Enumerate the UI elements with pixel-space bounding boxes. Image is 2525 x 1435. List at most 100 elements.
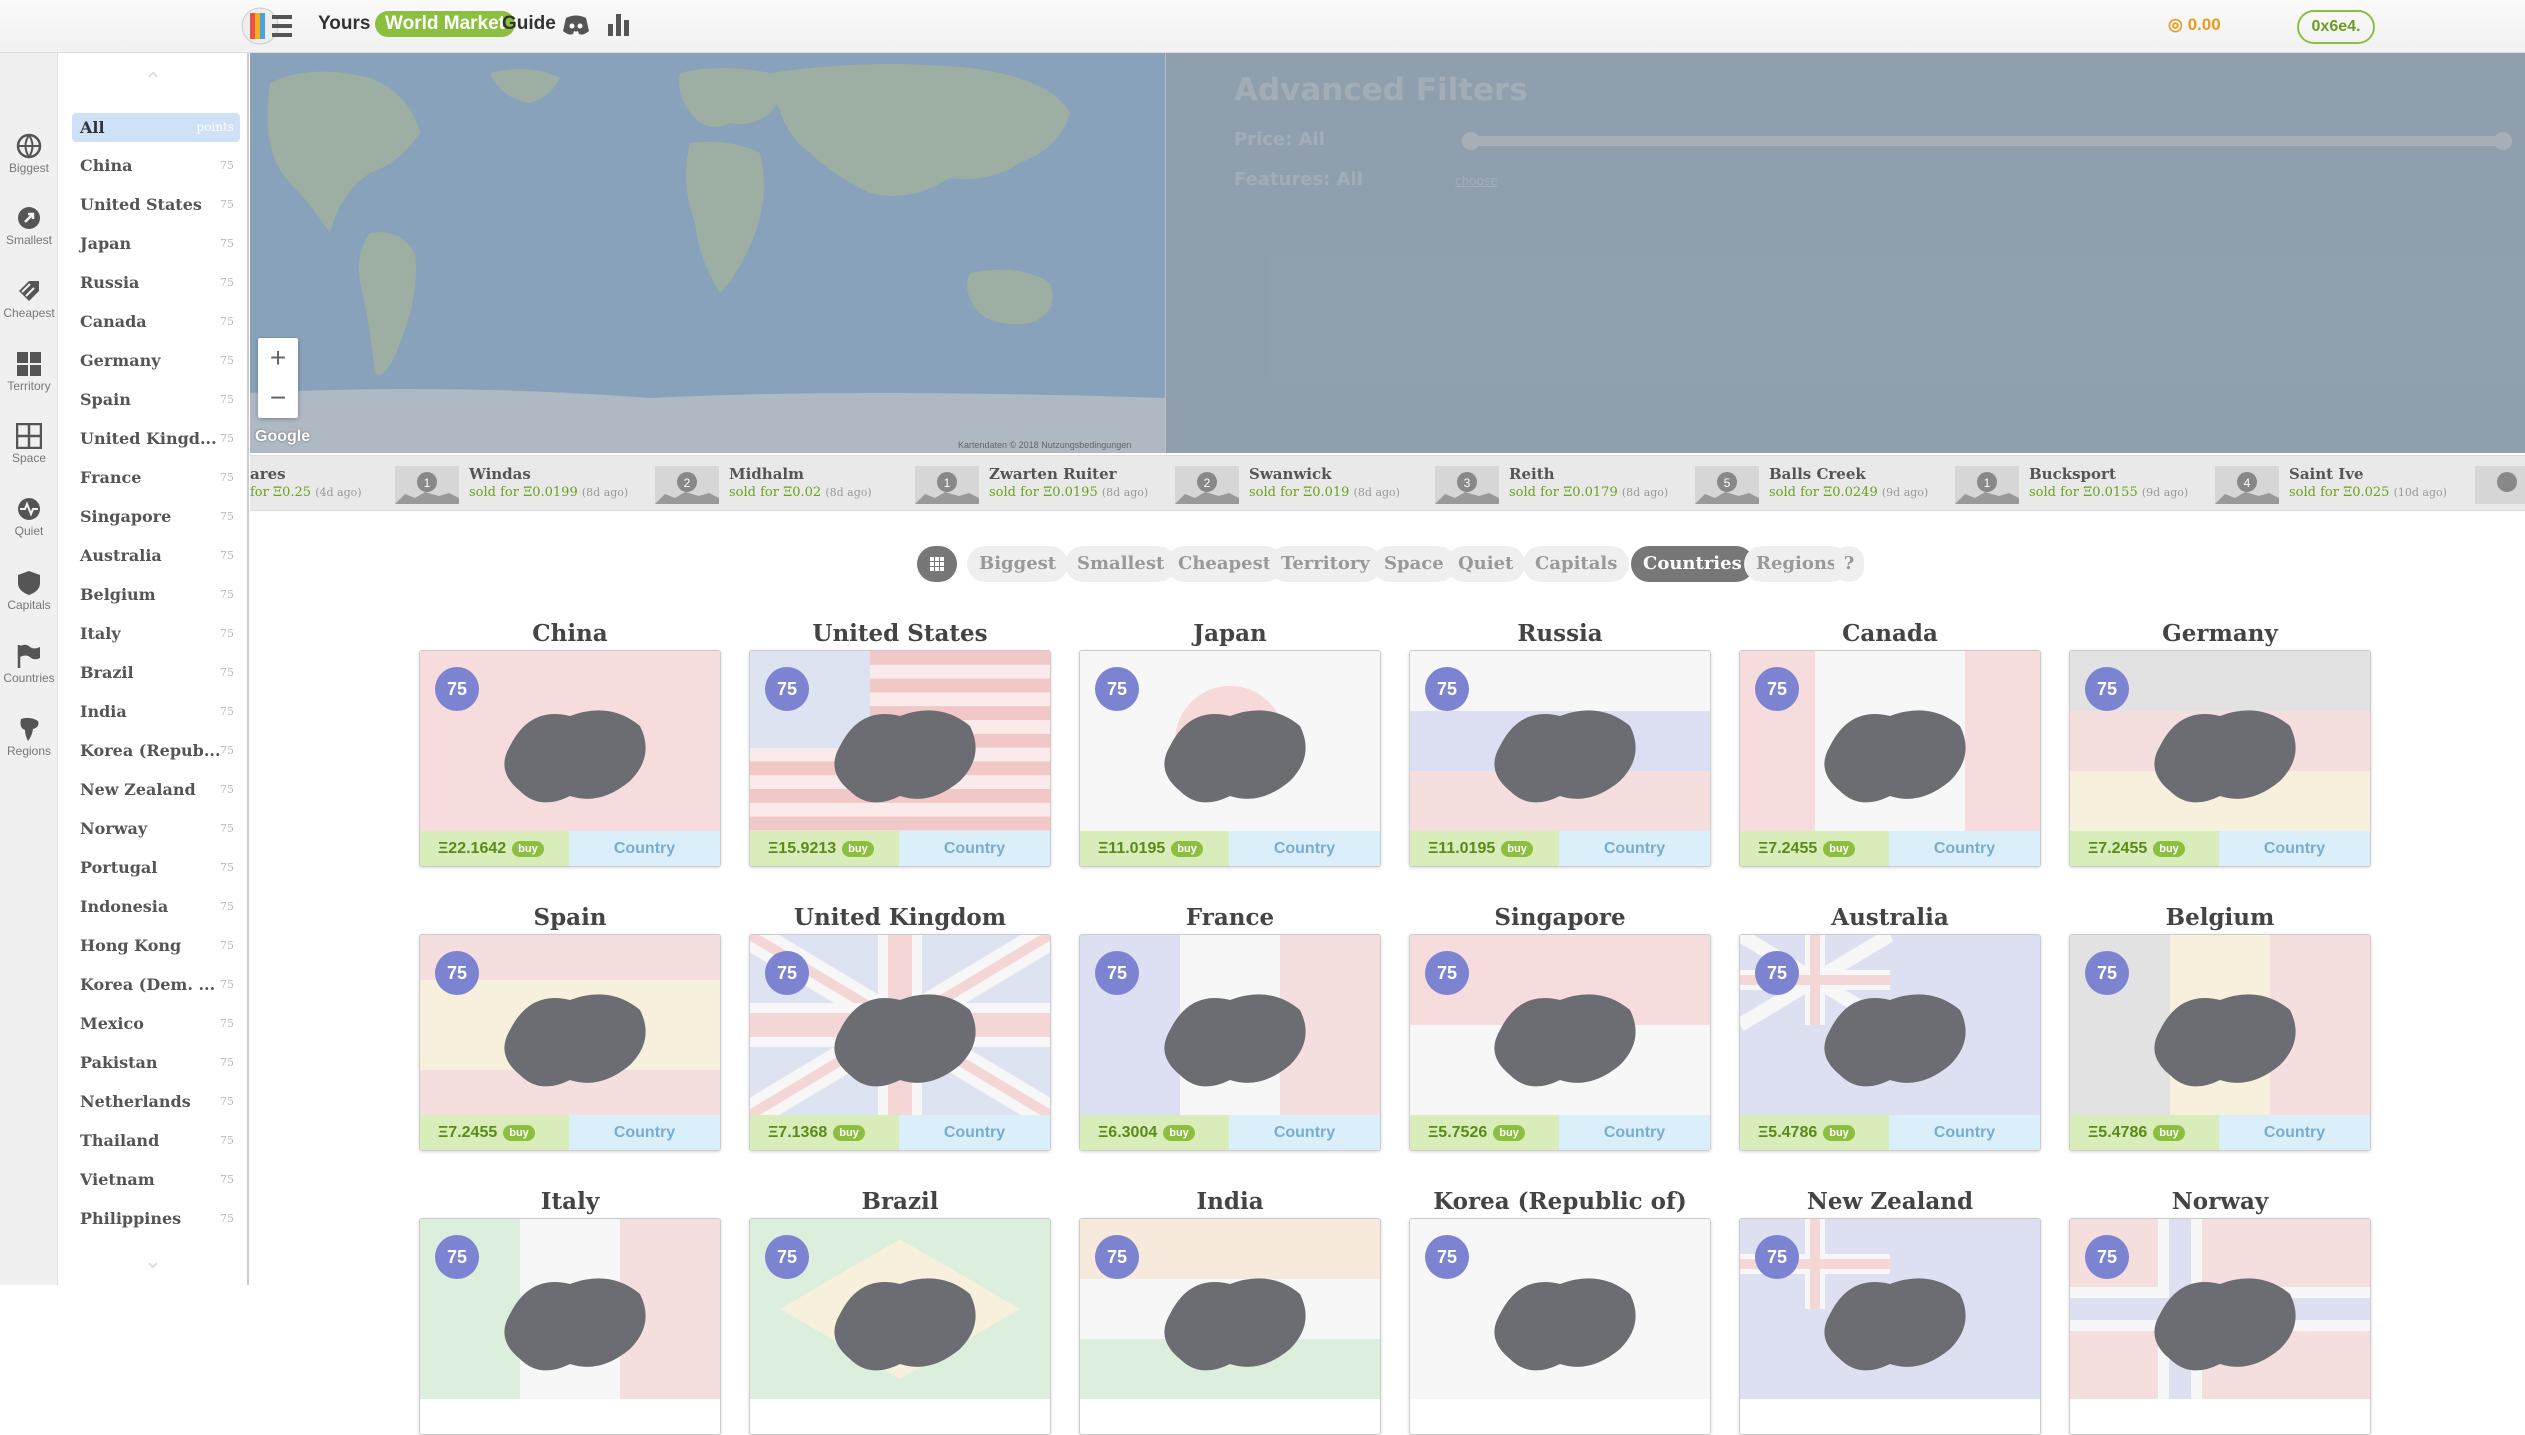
list-scroll-up-icon[interactable]: ⌃ [138, 69, 168, 94]
card-title[interactable]: United States [749, 620, 1051, 647]
list-item[interactable]: Australia 75 [72, 541, 240, 570]
card-title[interactable]: Norway [2069, 1188, 2371, 1215]
card-title[interactable]: Russia [1409, 620, 1711, 647]
list-item[interactable]: United Kingd... 75 [72, 424, 240, 453]
price-range-slider[interactable] [1462, 132, 2512, 150]
nav-yours[interactable]: Yours [318, 13, 370, 35]
filter-biggest[interactable]: Biggest [967, 546, 1069, 582]
rail-space[interactable]: Space [0, 423, 58, 465]
bar-chart-icon[interactable] [607, 12, 631, 36]
filter-countries[interactable]: Countries [1631, 546, 1754, 582]
list-item[interactable]: Italy 75 [72, 619, 240, 648]
filter-territory[interactable]: Territory [1269, 546, 1382, 582]
account-address-button[interactable]: 0x6e4. [2297, 10, 2375, 44]
rail-biggest[interactable]: Biggest [0, 133, 58, 175]
card-title[interactable]: United Kingdom [749, 904, 1051, 931]
card-body[interactable]: 75 Ξ22.1642 buy Country [419, 650, 721, 867]
card-body[interactable]: 75 Ξ7.2455 buy Country [2069, 650, 2371, 867]
list-item[interactable]: Korea (Dem. ... 75 [72, 970, 240, 999]
card-title[interactable]: New Zealand [1739, 1188, 2041, 1215]
list-item[interactable]: Norway 75 [72, 814, 240, 843]
card-body[interactable]: 75 [1079, 1218, 1381, 1435]
card-title[interactable]: Japan [1079, 620, 1381, 647]
card-title[interactable]: Canada [1739, 620, 2041, 647]
card-title[interactable]: Belgium [2069, 904, 2371, 931]
list-item[interactable]: Pakistan 75 [72, 1048, 240, 1077]
rail-territory[interactable]: Territory [0, 351, 58, 393]
filter-smallest[interactable]: Smallest [1065, 546, 1177, 582]
card-body[interactable]: 75 [1409, 1218, 1711, 1435]
card-body[interactable]: 75 Ξ7.2455 buy Country [1739, 650, 2041, 867]
card-body[interactable]: 75 [1739, 1218, 2041, 1435]
buy-button[interactable]: buy [1823, 840, 1855, 857]
rail-capitals[interactable]: Capitals [0, 570, 58, 612]
buy-button[interactable]: buy [1823, 1124, 1855, 1141]
list-item[interactable]: Russia 75 [72, 268, 240, 297]
list-item[interactable]: Japan 75 [72, 229, 240, 258]
rail-regions[interactable]: Regions [0, 716, 58, 758]
card-title[interactable]: Germany [2069, 620, 2371, 647]
features-choose-link[interactable]: choose [1455, 174, 1498, 188]
card-body[interactable]: 75 Ξ7.1368 buy Country [749, 934, 1051, 1151]
buy-button[interactable]: buy [2153, 840, 2185, 857]
list-item[interactable]: Indonesia 75 [72, 892, 240, 921]
list-item[interactable]: Thailand 75 [72, 1126, 240, 1155]
buy-button[interactable]: buy [842, 840, 874, 857]
list-item[interactable]: Canada 75 [72, 307, 240, 336]
list-item[interactable]: Mexico 75 [72, 1009, 240, 1038]
card-body[interactable]: 75 Ξ5.4786 buy Country [1739, 934, 2041, 1151]
filter-cheapest[interactable]: Cheapest [1166, 546, 1284, 582]
card-body[interactable]: 75 Ξ11.0195 buy Country [1079, 650, 1381, 867]
buy-button[interactable]: buy [1171, 840, 1203, 857]
zoom-out-button[interactable]: − [258, 378, 298, 418]
list-item[interactable]: Korea (Repub... 75 [72, 736, 240, 765]
card-body[interactable]: 75 [749, 1218, 1051, 1435]
rail-smallest[interactable]: Smallest [0, 205, 58, 247]
list-item[interactable]: New Zealand 75 [72, 775, 240, 804]
buy-button[interactable]: buy [1493, 1124, 1525, 1141]
rail-cheapest[interactable]: Cheapest [0, 278, 58, 320]
price-max-handle[interactable] [2494, 132, 2512, 150]
grid-view-button[interactable] [917, 546, 957, 582]
list-item[interactable]: India 75 [72, 697, 240, 726]
card-title[interactable]: Brazil [749, 1188, 1051, 1215]
buy-button[interactable]: buy [1163, 1124, 1195, 1141]
card-body[interactable]: 75 Ξ11.0195 buy Country [1409, 650, 1711, 867]
price-min-handle[interactable] [1462, 132, 1480, 150]
nav-guide[interactable]: Guide [502, 13, 556, 35]
filter-space[interactable]: Space [1372, 546, 1456, 582]
list-item[interactable]: France 75 [72, 463, 240, 492]
card-title[interactable]: India [1079, 1188, 1381, 1215]
list-item[interactable]: Spain 75 [72, 385, 240, 414]
card-title[interactable]: Spain [419, 904, 721, 931]
nav-world-market[interactable]: World Market [375, 11, 516, 37]
list-item[interactable]: Germany 75 [72, 346, 240, 375]
card-title[interactable]: Korea (Republic of) [1409, 1188, 1711, 1215]
card-body[interactable]: 75 Ξ5.7526 buy Country [1409, 934, 1711, 1151]
zoom-in-button[interactable]: + [258, 338, 298, 378]
list-item-all[interactable]: All points [72, 113, 240, 142]
buy-button[interactable]: buy [2153, 1124, 2185, 1141]
list-item[interactable]: China 75 [72, 151, 240, 180]
filter-capitals[interactable]: Capitals [1523, 546, 1630, 582]
card-body[interactable]: 75 Ξ5.4786 buy Country [2069, 934, 2371, 1151]
map-attribution[interactable]: Kartendaten © 2018 Nutzungsbedingungen [958, 440, 1131, 450]
filter-quiet[interactable]: Quiet [1446, 546, 1526, 582]
card-title[interactable]: China [419, 620, 721, 647]
card-body[interactable]: 75 [2069, 1218, 2371, 1435]
list-item[interactable]: Belgium 75 [72, 580, 240, 609]
buy-button[interactable]: buy [503, 1124, 535, 1141]
list-item[interactable]: Singapore 75 [72, 502, 240, 531]
list-scroll-down-icon[interactable]: ⌄ [138, 1249, 168, 1274]
rail-countries[interactable]: Countries [0, 643, 58, 685]
card-title[interactable]: Australia [1739, 904, 2041, 931]
buy-button[interactable]: buy [512, 840, 544, 857]
list-item[interactable]: Hong Kong 75 [72, 931, 240, 960]
card-title[interactable]: France [1079, 904, 1381, 931]
filter-help[interactable]: ? [1834, 546, 1864, 582]
list-item[interactable]: United States 75 [72, 190, 240, 219]
buy-button[interactable]: buy [833, 1124, 865, 1141]
list-item[interactable]: Philippines 75 [72, 1204, 240, 1233]
card-body[interactable]: 75 Ξ15.9213 buy Country [749, 650, 1051, 867]
card-body[interactable]: 75 Ξ6.3004 buy Country [1079, 934, 1381, 1151]
